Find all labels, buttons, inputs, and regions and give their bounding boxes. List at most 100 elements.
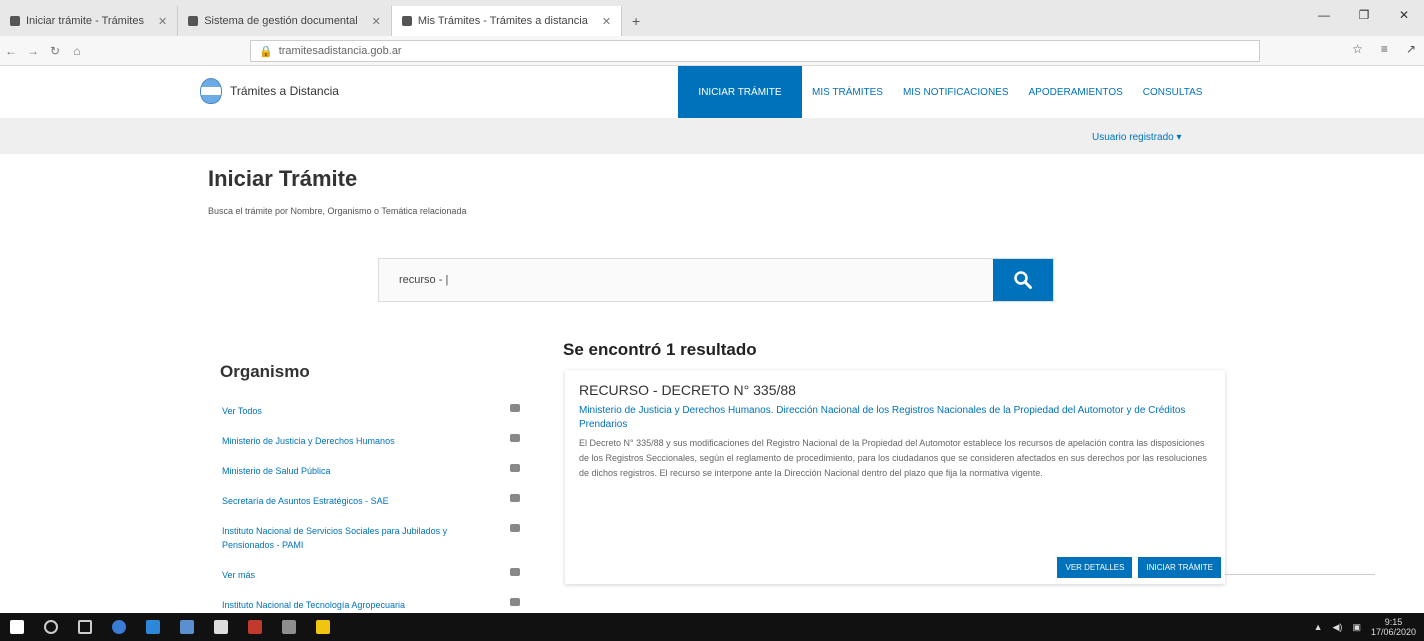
close-window-icon[interactable]: ✕ — [1384, 0, 1424, 30]
page-title: Iniciar Trámite — [208, 166, 358, 191]
nav-mis-tramites[interactable]: MIS TRÁMITES — [802, 66, 893, 118]
iniciar-tramite-button[interactable]: INICIAR TRÁMITE — [1138, 557, 1221, 578]
user-menu[interactable]: Usuario registrado ▾ — [1092, 132, 1182, 143]
count-badge — [510, 598, 520, 606]
close-tab-icon[interactable]: ✕ — [372, 15, 381, 28]
organismo-label: Ministerio de Justicia y Derechos Humano… — [222, 436, 395, 446]
taskbar-app-mail[interactable] — [170, 613, 204, 641]
address-bar[interactable]: 🔒 tramitesadistancia.gob.ar — [250, 40, 1260, 62]
ver-detalles-button[interactable]: VER DETALLES — [1057, 557, 1133, 578]
taskbar-app-edge[interactable] — [136, 613, 170, 641]
clock-time: 9:15 — [1384, 617, 1403, 627]
volume-icon[interactable]: ◀) — [1333, 622, 1343, 633]
organismo-item[interactable]: Ministerio de Salud Pública — [208, 456, 530, 486]
main-nav: INICIAR TRÁMITE MIS TRÁMITES MIS NOTIFIC… — [678, 66, 1212, 118]
organismo-label: Instituto Nacional de Servicios Sociales… — [222, 526, 448, 550]
organismo-item[interactable]: Instituto Nacional de Servicios Sociales… — [208, 516, 530, 560]
nav-mis-notificaciones[interactable]: MIS NOTIFICACIONES — [893, 66, 1019, 118]
logo-text: Trámites a Distancia — [230, 84, 339, 98]
count-badge — [510, 464, 520, 472]
organismo-label: Instituto Nacional de Tecnología Agropec… — [222, 600, 405, 610]
tab-label: Sistema de gestión documental — [204, 15, 358, 27]
network-icon[interactable]: ▲ — [1314, 622, 1323, 632]
taskbar-app-chrome[interactable] — [102, 613, 136, 641]
edge-icon — [146, 620, 160, 634]
taskbar-app-store[interactable] — [204, 613, 238, 641]
count-badge — [510, 404, 520, 412]
home-icon[interactable]: ⌂ — [66, 44, 88, 58]
site-logo[interactable]: Trámites a Distancia — [200, 78, 339, 104]
organismo-item[interactable]: Secretaría de Asuntos Estratégicos - SAE — [208, 486, 530, 516]
taskbar-app-explorer[interactable] — [306, 613, 340, 641]
paint-icon — [282, 620, 296, 634]
notifications-icon[interactable]: ▣ — [1352, 622, 1361, 633]
system-tray: ▲ ◀) ▣ 9:15 17/06/2020 — [1314, 617, 1416, 637]
site-header: Trámites a Distancia INICIAR TRÁMITE MIS… — [0, 66, 1424, 118]
chrome-icon — [112, 620, 126, 634]
browser-tab-2[interactable]: Sistema de gestión documental ✕ — [178, 6, 392, 36]
nav-apoderamientos[interactable]: APODERAMIENTOS — [1019, 66, 1133, 118]
maximize-icon[interactable]: ❐ — [1344, 0, 1384, 30]
tab-label: Mis Trámites - Trámites a distancia — [417, 15, 588, 27]
page-description: Busca el trámite por Nombre, Organismo o… — [208, 206, 467, 216]
forward-icon[interactable]: → — [22, 44, 44, 58]
folder-icon — [316, 620, 330, 634]
horizontal-scrollbar[interactable] — [1225, 574, 1375, 584]
share-icon[interactable]: ↗ — [1406, 42, 1416, 56]
search-taskbar-button[interactable] — [34, 613, 68, 641]
browser-toolbar: ☆ ≡ ↗ — [1352, 42, 1416, 56]
clock[interactable]: 9:15 17/06/2020 — [1371, 617, 1416, 637]
favicon-icon — [10, 16, 20, 26]
windows-taskbar: ▲ ◀) ▣ 9:15 17/06/2020 — [0, 613, 1424, 641]
store-icon — [214, 620, 228, 634]
organismo-label: Secretaría de Asuntos Estratégicos - SAE — [222, 496, 389, 506]
count-badge — [510, 494, 520, 502]
browser-tabbar: Iniciar trámite - Trámites ✕ Sistema de g… — [0, 0, 1424, 36]
window-controls: — ❐ ✕ — [1304, 0, 1424, 30]
result-organismo[interactable]: Ministerio de Justicia y Derechos Humano… — [579, 404, 1211, 432]
tab-label: Iniciar trámite - Trámites — [26, 15, 144, 27]
count-badge — [510, 568, 520, 576]
photos-icon — [248, 620, 262, 634]
minimize-icon[interactable]: — — [1304, 0, 1344, 30]
search-icon — [44, 620, 58, 634]
close-tab-icon[interactable]: ✕ — [158, 15, 167, 28]
favicon-icon — [188, 16, 199, 26]
search-input[interactable] — [379, 259, 993, 301]
reload-icon[interactable]: ↻ — [44, 44, 66, 58]
mail-icon — [180, 620, 194, 634]
taskbar-app-paint[interactable] — [272, 613, 306, 641]
search-button[interactable] — [993, 259, 1053, 301]
result-title[interactable]: RECURSO - DECRETO N° 335/88 — [579, 382, 1211, 398]
hub-icon[interactable]: ≡ — [1381, 42, 1388, 56]
browser-navbar: ← → ↻ ⌂ 🔒 tramitesadistancia.gob.ar ☆ ≡ … — [0, 36, 1424, 66]
back-icon[interactable]: ← — [0, 44, 22, 58]
organismo-item[interactable]: Ver Todos — [208, 396, 530, 426]
browser-tab-3[interactable]: Mis Trámites - Trámites a distancia ✕ — [391, 6, 623, 36]
result-description: El Decreto N° 335/88 y sus modificacione… — [579, 438, 1207, 478]
search-box — [378, 258, 1054, 302]
result-card: RECURSO - DECRETO N° 335/88 Ministerio d… — [565, 370, 1225, 584]
url-text: tramitesadistancia.gob.ar — [278, 45, 402, 57]
organismo-label: Ver más — [222, 570, 256, 580]
organismo-item[interactable]: Ver más — [208, 560, 530, 590]
nav-iniciar-tramite[interactable]: INICIAR TRÁMITE — [678, 66, 802, 118]
task-view-button[interactable] — [68, 613, 102, 641]
task-view-icon — [78, 620, 92, 634]
start-button[interactable] — [0, 613, 34, 641]
close-tab-icon[interactable]: ✕ — [602, 15, 611, 28]
new-tab-button[interactable]: + — [622, 6, 650, 36]
search-icon — [1014, 271, 1032, 289]
count-badge — [510, 434, 520, 442]
user-bar: Usuario registrado ▾ — [0, 118, 1424, 154]
browser-tab-1[interactable]: Iniciar trámite - Trámites ✕ — [0, 6, 179, 36]
nav-consultas[interactable]: CONSULTAS — [1133, 66, 1213, 118]
filter-heading: Organismo — [220, 362, 310, 381]
taskbar-app-photos[interactable] — [238, 613, 272, 641]
argentina-shield-icon — [200, 78, 222, 104]
lock-icon: 🔒 — [259, 45, 273, 58]
organismo-item[interactable]: Ministerio de Justicia y Derechos Humano… — [208, 426, 530, 456]
favicon-icon — [401, 16, 412, 26]
organismo-label: Ministerio de Salud Pública — [222, 466, 331, 476]
favorites-star-icon[interactable]: ☆ — [1352, 42, 1363, 56]
